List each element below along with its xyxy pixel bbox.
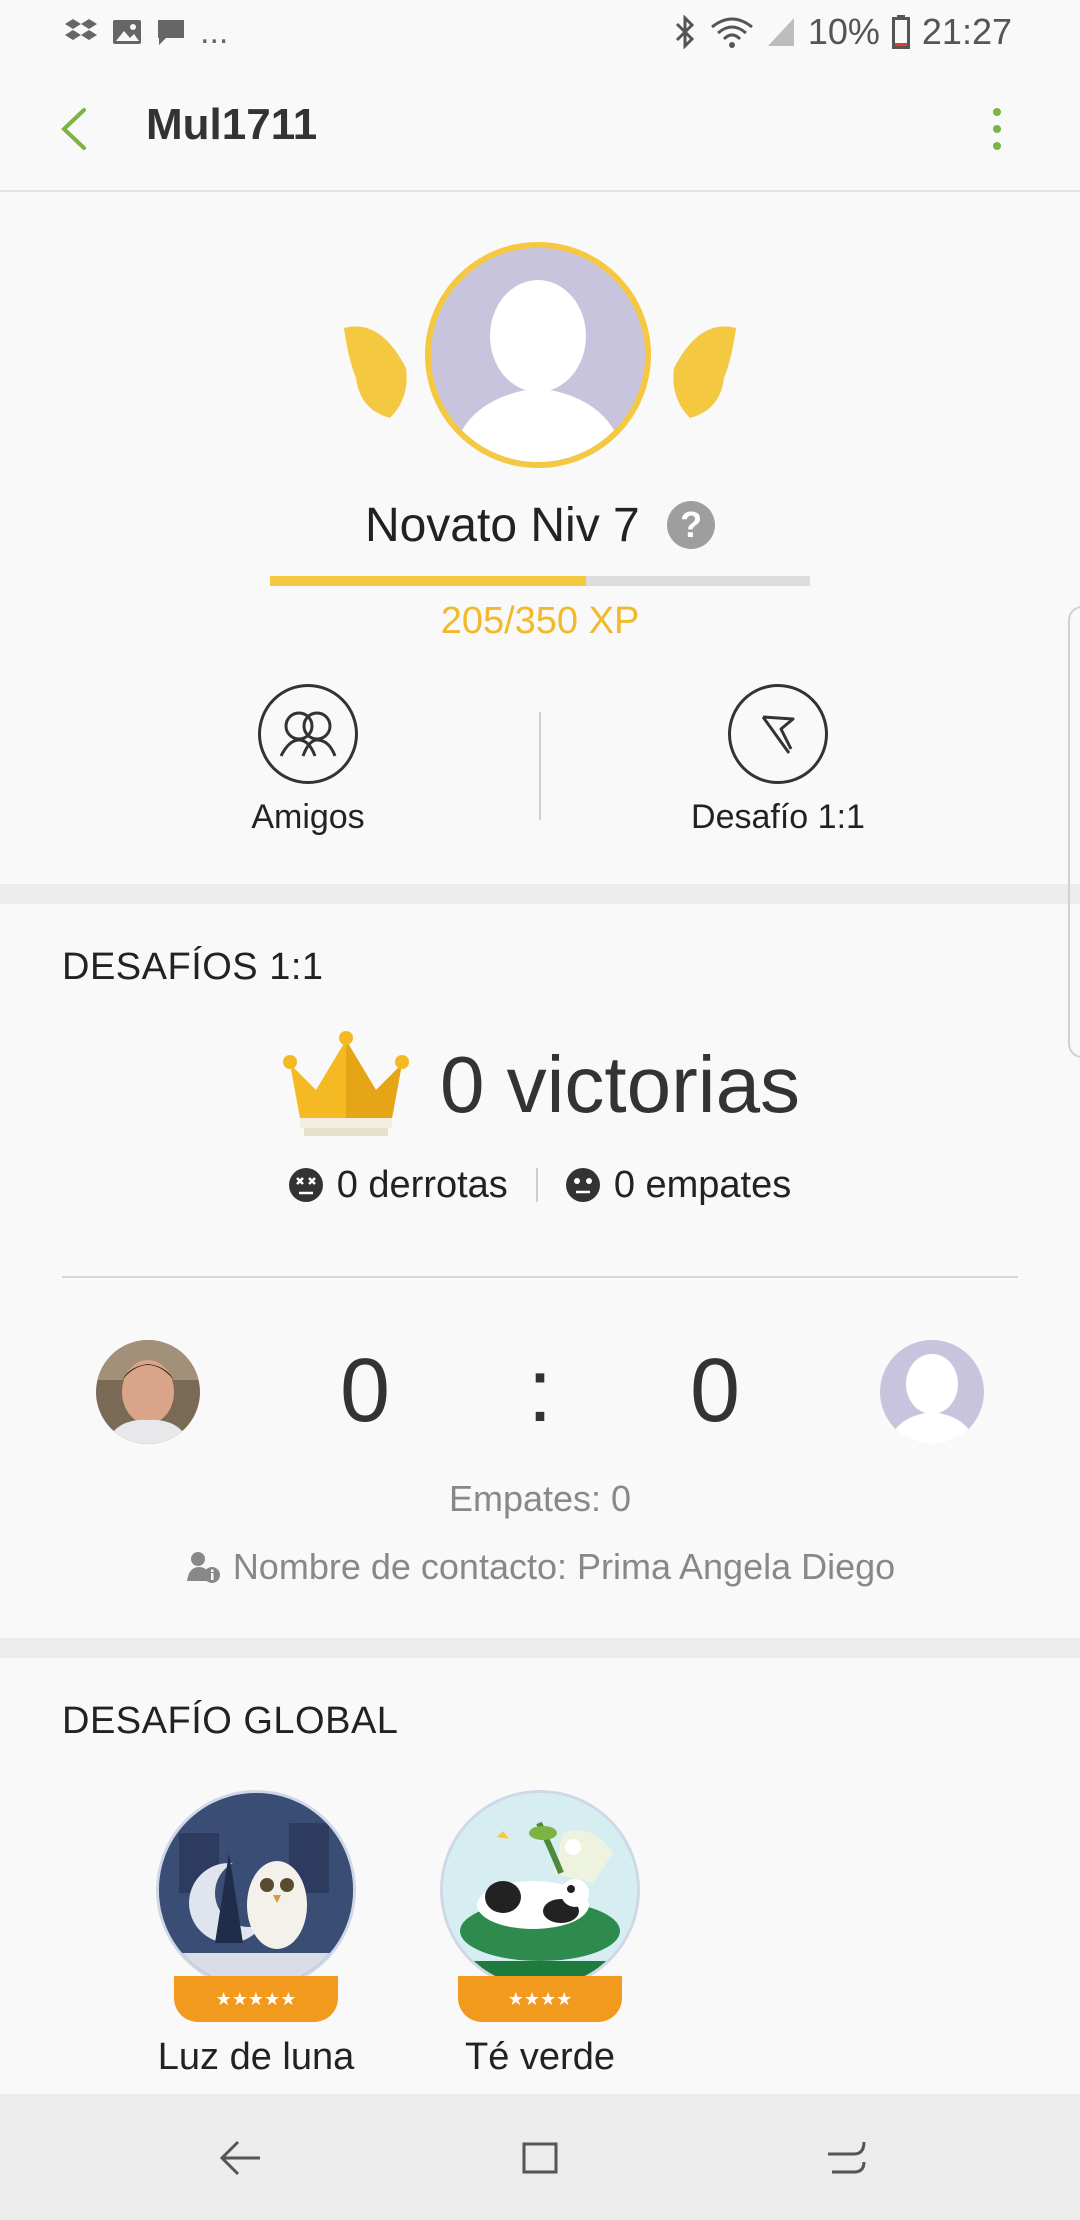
global-title: DESAFÍO GLOBAL xyxy=(62,1700,399,1742)
clock: 21:27 xyxy=(921,11,1012,52)
help-icon[interactable]: ? xyxy=(667,501,716,549)
actions-divider xyxy=(539,712,541,820)
battery-icon xyxy=(891,15,910,49)
nav-recents-button[interactable] xyxy=(818,2128,878,2188)
page-title: Mul1711 xyxy=(146,100,318,149)
panda-tea-illustration xyxy=(443,1793,637,1987)
level-row: Novato Niv 7 ? xyxy=(0,498,1080,553)
global-item-label: Té verde xyxy=(465,2036,615,2078)
owl-moon-illustration xyxy=(159,1793,353,1987)
score-divider xyxy=(62,1276,1018,1278)
user-photo-icon xyxy=(96,1340,200,1444)
global-item-label: Luz de luna xyxy=(157,2036,355,2078)
defeat-face-icon xyxy=(288,1168,323,1202)
global-item-luz-de-luna[interactable]: ★★★★★ Luz de luna xyxy=(116,1790,396,2079)
xp-progress-bar xyxy=(270,576,810,586)
ties-count: Empates: 0 xyxy=(448,1478,632,1519)
signal-icon xyxy=(767,18,794,46)
xp-progress-fill xyxy=(270,576,587,586)
friends-circle xyxy=(258,684,358,784)
stats-separator xyxy=(535,1168,538,1202)
nav-recents-icon xyxy=(828,2141,866,2174)
contact-name: Nombre de contacto: Prima Angela Diego xyxy=(232,1546,896,1587)
challenge-circle xyxy=(728,684,828,784)
more-vert-icon xyxy=(993,108,1001,150)
section-divider xyxy=(0,884,1080,904)
score-separator: : xyxy=(527,1341,553,1441)
nav-back-icon xyxy=(219,2140,260,2176)
message-icon xyxy=(158,20,184,45)
challenges-card xyxy=(0,904,1080,1638)
bluetooth-icon xyxy=(675,15,694,49)
challenge-1v1-button[interactable]: Desafío 1:1 xyxy=(628,684,928,837)
battery-percent: 10% xyxy=(807,11,880,52)
right-wing-icon xyxy=(673,326,736,418)
nav-back-button[interactable] xyxy=(210,2128,270,2188)
back-button[interactable] xyxy=(50,104,100,154)
friends-label: Amigos xyxy=(251,798,365,836)
ties-text: 0 empates xyxy=(613,1163,792,1206)
global-item-te-verde[interactable]: ★★★★ Té verde xyxy=(400,1790,680,2079)
app-bar: Mul1711 xyxy=(0,64,1080,192)
image-icon xyxy=(113,20,141,44)
nav-home-button[interactable] xyxy=(510,2128,570,2188)
notification-icons: ... xyxy=(64,12,228,52)
status-right: 10% 21:27 xyxy=(672,10,1012,54)
contact-row: Nombre de contacto: Prima Angela Diego xyxy=(0,1546,1080,1588)
wins-row: 0 victorias xyxy=(0,1030,1080,1140)
more-options-button[interactable] xyxy=(982,104,1012,154)
left-wing-icon xyxy=(344,326,407,418)
dropbox-icon xyxy=(65,19,97,40)
edge-panel-handle[interactable] xyxy=(1068,606,1080,1058)
contact-info-icon xyxy=(186,1552,220,1583)
nav-home-icon xyxy=(522,2142,558,2174)
stats-row: 0 derrotas 0 empates xyxy=(0,1160,1080,1210)
profile-avatar[interactable] xyxy=(425,242,651,468)
tie-face-icon xyxy=(565,1168,600,1202)
flag-icon xyxy=(761,715,795,754)
my-score: 0 xyxy=(339,1341,391,1441)
opponent-avatar[interactable] xyxy=(880,1340,984,1444)
xp-text: 205/350 XP xyxy=(440,600,640,642)
wifi-icon xyxy=(710,17,753,48)
system-nav-bar xyxy=(0,2094,1080,2220)
person-silhouette-icon xyxy=(431,248,645,462)
defeats-text: 0 derrotas xyxy=(336,1163,508,1206)
challenge-label: Desafío 1:1 xyxy=(691,798,865,836)
moon-owl-globe-icon xyxy=(156,1790,356,1990)
challenges-title: DESAFÍOS 1:1 xyxy=(62,946,324,988)
opponent-score: 0 xyxy=(689,1341,741,1441)
opponent-silhouette-icon xyxy=(888,1354,976,1444)
my-avatar[interactable] xyxy=(96,1340,200,1444)
level-label: Novato Niv 7 xyxy=(364,499,640,552)
rating-stars: ★★★★★ xyxy=(174,1976,338,2022)
section-divider-2 xyxy=(0,1638,1080,1658)
rating-stars: ★★★★ xyxy=(458,1976,622,2022)
more-notifications: ... xyxy=(200,13,229,51)
panda-tea-globe-icon xyxy=(440,1790,640,1990)
status-bar: ... 10% 21:27 xyxy=(0,0,1080,64)
friends-button[interactable]: Amigos xyxy=(158,684,458,837)
wins-count: 0 victorias xyxy=(439,1040,801,1129)
crown-icon xyxy=(282,1031,409,1136)
back-arrow-icon xyxy=(61,108,86,150)
friends-icon xyxy=(279,711,337,757)
